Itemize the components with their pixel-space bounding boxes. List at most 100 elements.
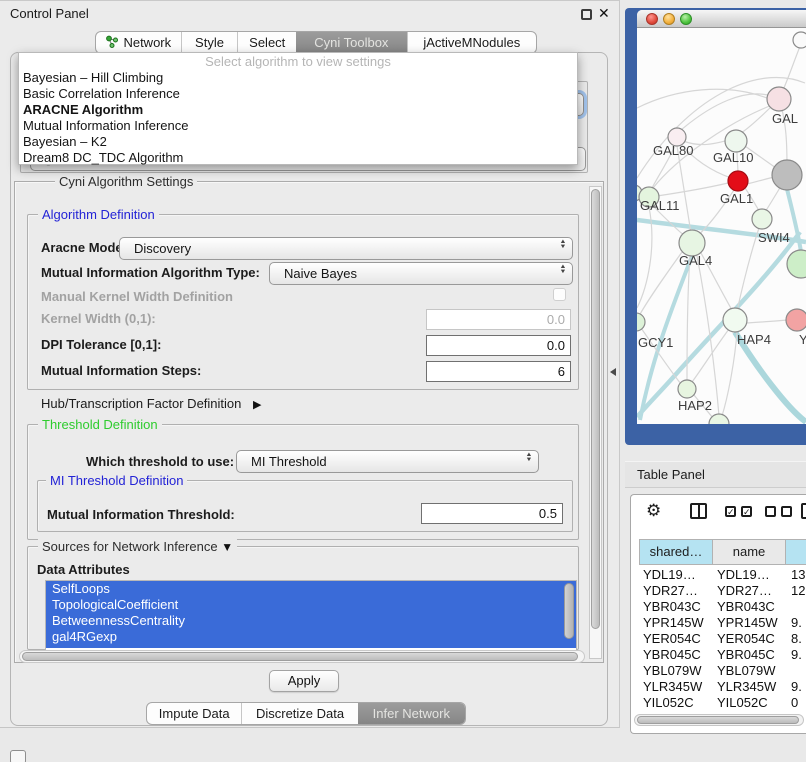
table-row[interactable]: YPR145WYPR145W9.: [639, 615, 806, 631]
table-panel-card: ⚙ ✓ ✓ shared… name YDL19…YDL19…13 YDR27……: [630, 494, 806, 734]
table-row[interactable]: YBR045CYBR045C9.: [639, 647, 806, 663]
settings-vertical-scrollbar[interactable]: [589, 186, 602, 659]
which-threshold-label: Which threshold to use:: [86, 454, 234, 469]
mi-threshold-field[interactable]: 0.5: [421, 503, 563, 524]
table-mode-icon[interactable]: [801, 503, 806, 519]
mi-type-combo[interactable]: Naive Bayes ▲▼: [269, 262, 573, 285]
attribute-item-selected[interactable]: gal4RGexp: [46, 629, 576, 645]
unchecked-checkbox-icon[interactable]: [781, 506, 792, 517]
apply-button[interactable]: Apply: [269, 670, 339, 692]
svg-text:GCY1: GCY1: [638, 335, 673, 350]
scrollbar-thumb[interactable]: [22, 652, 578, 661]
checked-checkbox-icon[interactable]: ✓: [725, 506, 736, 517]
sources-group-title-row[interactable]: Sources for Network Inference ▼: [38, 539, 237, 555]
node-pink[interactable]: [786, 309, 806, 331]
attributes-scrollbar[interactable]: [564, 583, 574, 643]
tab-cyni-toolbox[interactable]: Cyni Toolbox: [296, 32, 407, 53]
sources-group-title: Sources for Network Inference: [42, 539, 218, 554]
attribute-item-selected[interactable]: BetweennessCentrality: [46, 613, 576, 629]
node-gal10[interactable]: [725, 130, 747, 152]
gear-icon[interactable]: ⚙: [646, 501, 661, 521]
table-row[interactable]: YDR27…YDR27…12: [639, 583, 806, 599]
table-row[interactable]: YBL079WYBL079W: [639, 663, 806, 679]
table-row[interactable]: YER054CYER054C8.: [639, 631, 806, 647]
scrollbar-thumb[interactable]: [637, 716, 799, 724]
tab-jactivemnodules[interactable]: jActiveMNodules: [407, 32, 536, 53]
node-hap4[interactable]: [723, 308, 747, 332]
column-header-clipped[interactable]: [785, 539, 806, 565]
svg-text:GAL4: GAL4: [679, 253, 712, 268]
close-traffic-light-icon[interactable]: [646, 13, 658, 25]
node-gray[interactable]: [772, 160, 802, 190]
close-icon[interactable]: ✕: [598, 5, 610, 22]
node-bottom-clipped[interactable]: [709, 414, 729, 424]
node-gal2[interactable]: [767, 87, 791, 111]
settings-group-title: Cyni Algorithm Settings: [55, 174, 197, 189]
column-header-name[interactable]: name: [712, 539, 786, 565]
node-hap2[interactable]: [678, 380, 696, 398]
hub-definition-toggle[interactable]: Hub/Transcription Factor Definition ▶: [41, 396, 261, 411]
splitpane-collapse-icon[interactable]: [610, 368, 616, 376]
tab-jactivemnodules-label: jActiveMNodules: [423, 35, 520, 50]
node-gal1-selected[interactable]: [728, 171, 748, 191]
svg-text:GAL10: GAL10: [713, 150, 753, 165]
tab-network-label: Network: [123, 35, 171, 50]
table-row[interactable]: YIL052CYIL052C0: [639, 695, 806, 707]
manual-kernel-checkbox[interactable]: [553, 288, 566, 301]
popup-item[interactable]: Bayesian – Hill Climbing: [19, 70, 577, 86]
network-canvas[interactable]: GAL GAL80 GAL10 GAL1 GAL11 SWI4 GAL4 GCY…: [637, 28, 806, 424]
table-row[interactable]: YLR345WYLR345W9.: [639, 679, 806, 695]
control-panel-window: Control Panel ✕ Network Style Select Cyn…: [0, 0, 620, 728]
aracne-mode-label: Aracne Mode:: [41, 240, 127, 255]
svg-text:SWI4: SWI4: [758, 230, 790, 245]
mi-type-label: Mutual Information Algorithm Type:: [41, 265, 260, 280]
unchecked-checkbox-icon[interactable]: [765, 506, 776, 517]
cyni-bottom-tabs: Impute Data Discretize Data Infer Networ…: [146, 702, 466, 725]
zoom-traffic-light-icon[interactable]: [680, 13, 692, 25]
tab-impute-data[interactable]: Impute Data: [147, 703, 241, 724]
mi-steps-field[interactable]: 6: [426, 361, 571, 382]
node-unlabeled[interactable]: [752, 209, 772, 229]
scrollbar-thumb[interactable]: [591, 189, 600, 629]
node-unlabeled[interactable]: [793, 32, 806, 48]
aracne-mode-combo[interactable]: Discovery ▲▼: [119, 237, 573, 260]
popup-item[interactable]: Mutual Information Inference: [19, 118, 577, 134]
tab-style[interactable]: Style: [181, 32, 238, 53]
minimized-panel-icon[interactable]: [10, 750, 26, 762]
table-panel-titlebar: Table Panel: [625, 461, 806, 488]
popup-item-selected[interactable]: ARACNE Algorithm: [19, 102, 577, 118]
table-rows-viewport: YDL19…YDL19…13 YDR27…YDR27…12 YBR043CYBR…: [631, 567, 806, 707]
which-threshold-combo[interactable]: MI Threshold ▲▼: [236, 450, 539, 473]
threshold-definition-title: Threshold Definition: [38, 417, 162, 432]
tab-style-label: Style: [195, 35, 224, 50]
checked-checkbox-icon[interactable]: ✓: [741, 506, 752, 517]
mi-threshold-label: Mutual Information Threshold:: [47, 507, 235, 522]
tab-infer-network[interactable]: Infer Network: [358, 703, 465, 724]
minimize-traffic-light-icon[interactable]: [663, 13, 675, 25]
table-row[interactable]: YDL19…YDL19…13: [639, 567, 806, 583]
tab-select[interactable]: Select: [237, 32, 296, 53]
attribute-item-selected[interactable]: TopologicalCoefficient: [46, 597, 576, 613]
kernel-width-field[interactable]: 0.0: [426, 309, 571, 330]
float-window-icon[interactable]: [581, 9, 592, 20]
node-gcy1[interactable]: [637, 313, 645, 331]
attribute-item-selected[interactable]: SelfLoops: [46, 581, 576, 597]
popup-item[interactable]: Basic Correlation Inference: [19, 86, 577, 102]
svg-text:GAL11: GAL11: [640, 198, 680, 213]
column-layout-icon[interactable]: [690, 503, 707, 519]
column-header-shared[interactable]: shared…: [639, 539, 713, 565]
table-horizontal-scrollbar[interactable]: [634, 714, 804, 726]
tab-network[interactable]: Network: [96, 32, 181, 53]
popup-item[interactable]: Dream8 DC_TDC Algorithm: [19, 150, 577, 166]
hub-definition-label: Hub/Transcription Factor Definition: [41, 396, 241, 411]
node-swi4[interactable]: [787, 250, 806, 278]
network-window-titlebar[interactable]: [637, 10, 806, 28]
tab-discretize-data[interactable]: Discretize Data: [241, 703, 357, 724]
popup-prompt: Select algorithm to view settings: [19, 53, 577, 70]
dpi-tolerance-field[interactable]: 0.0: [426, 335, 571, 356]
settings-horizontal-scrollbar[interactable]: [19, 650, 585, 663]
tab-cyni-toolbox-label: Cyni Toolbox: [314, 35, 388, 50]
popup-item[interactable]: Bayesian – K2: [19, 134, 577, 150]
control-panel-tabs: Network Style Select Cyni Toolbox jActiv…: [95, 31, 537, 54]
table-row[interactable]: YBR043CYBR043C: [639, 599, 806, 615]
